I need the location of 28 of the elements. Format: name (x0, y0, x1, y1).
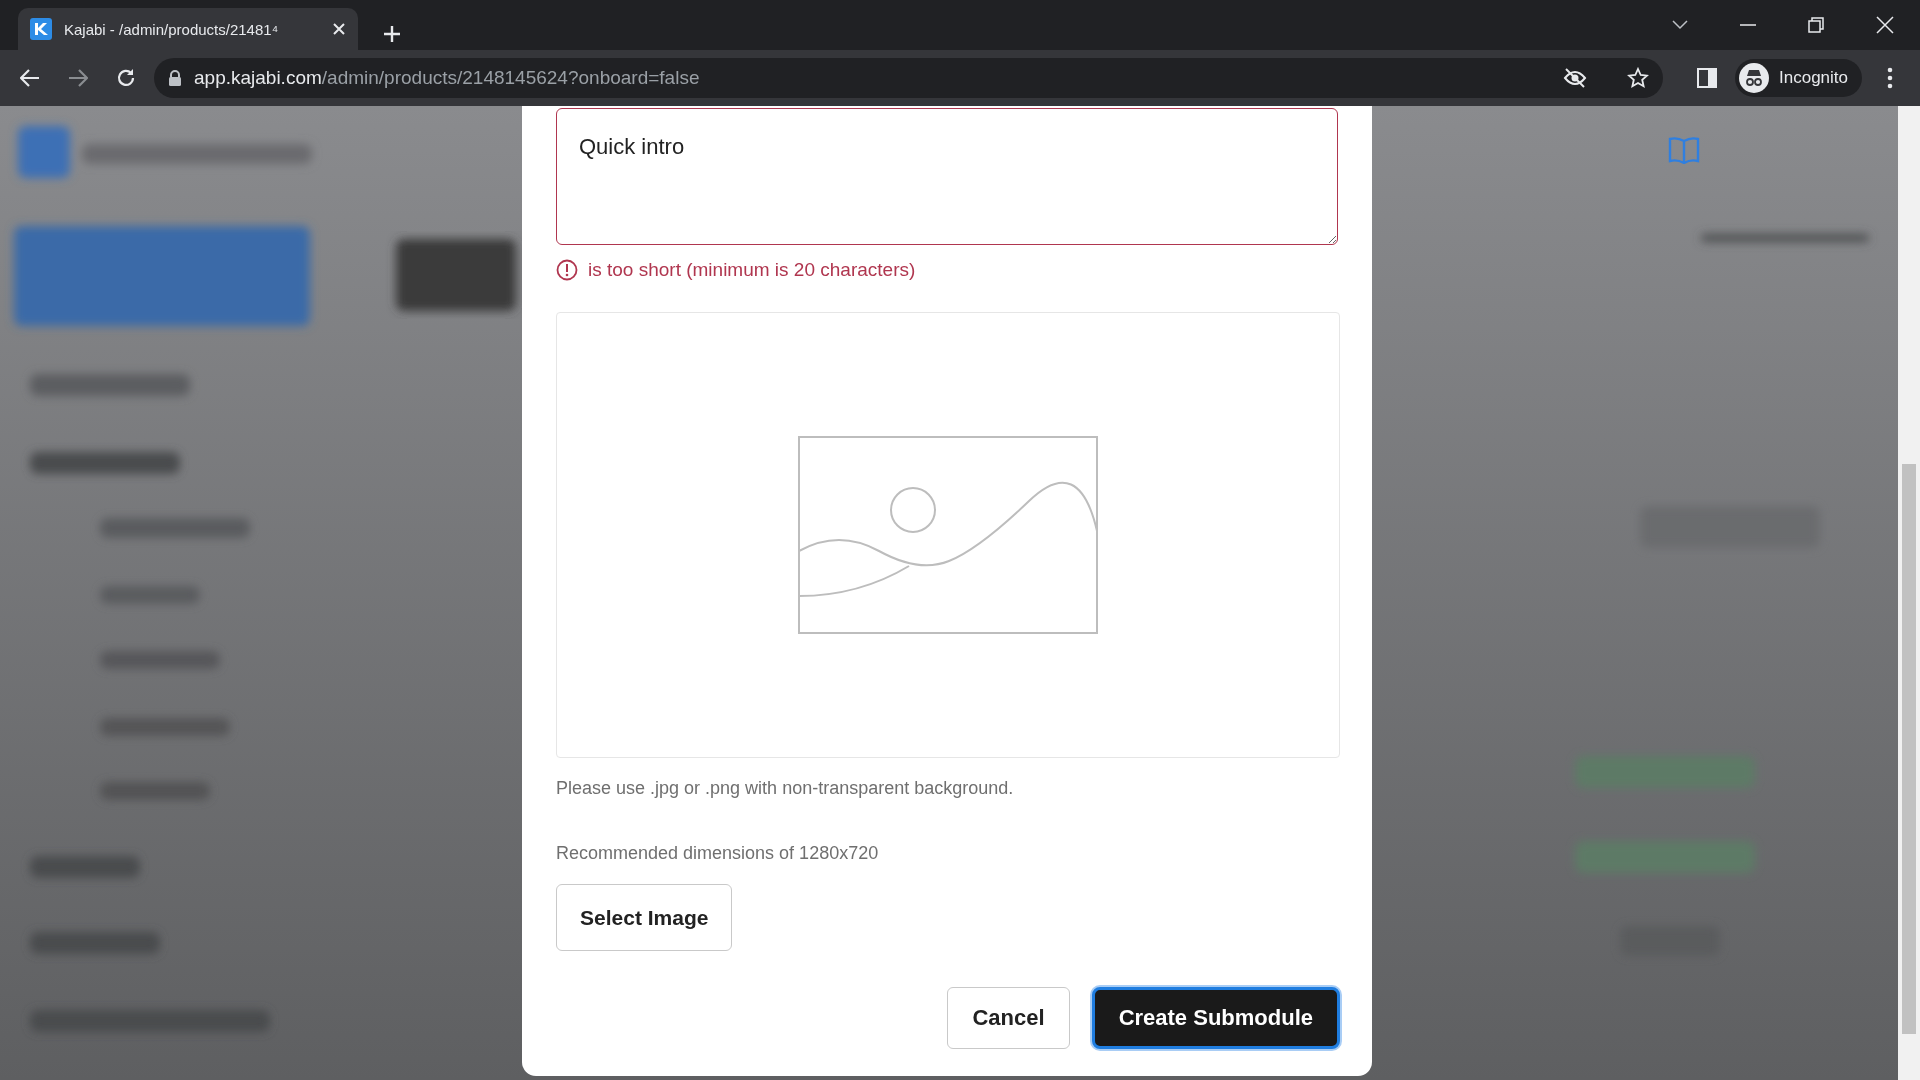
menu-icon[interactable] (1887, 67, 1893, 89)
tab-search-icon[interactable] (1672, 20, 1688, 30)
forward-icon[interactable] (68, 69, 88, 87)
error-message: is too short (minimum is 20 characters) (588, 259, 916, 281)
description-field[interactable]: Quick intro (556, 108, 1338, 245)
eye-slash-icon[interactable] (1563, 68, 1587, 88)
back-icon[interactable] (20, 69, 40, 87)
error-icon (556, 259, 578, 281)
address-bar[interactable]: app.kajabi.com/admin/products/2148145624?onboard=false (154, 58, 1663, 98)
close-icon[interactable] (332, 22, 346, 36)
scrollbar[interactable] (1898, 106, 1920, 1080)
image-placeholder-icon (798, 436, 1098, 634)
restore-icon[interactable] (1808, 17, 1824, 33)
close-icon[interactable] (1876, 16, 1894, 34)
star-icon[interactable] (1627, 67, 1649, 89)
side-panel-icon[interactable] (1697, 68, 1717, 88)
reload-icon[interactable] (116, 68, 136, 88)
new-tab-icon[interactable] (382, 24, 402, 44)
image-hint-text: Please use .jpg or .png with non-transparent background. (556, 778, 1015, 799)
cancel-button[interactable]: Cancel (947, 987, 1070, 1049)
incognito-profile-button[interactable]: Incognito (1735, 59, 1862, 97)
select-image-button[interactable]: Select Image (556, 884, 733, 951)
incognito-icon (1739, 63, 1769, 93)
lock-icon (168, 70, 182, 86)
create-submodule-button[interactable]: Create Submodule (1091, 987, 1340, 1049)
browser-tab[interactable]: Kajabi - /admin/products/21481⁴ (18, 8, 358, 50)
image-dimensions-text: Recommended dimensions of 1280x720 (556, 843, 880, 864)
kajabi-logo-icon (30, 18, 52, 40)
